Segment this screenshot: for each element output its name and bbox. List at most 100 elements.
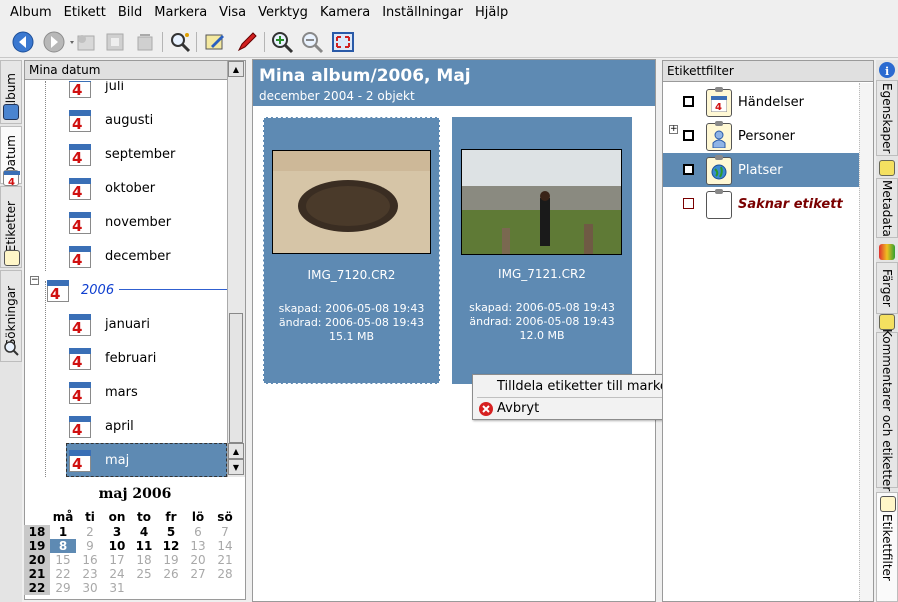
tab-metadata[interactable]: Metadata: [876, 178, 898, 238]
tag-checkbox[interactable]: [683, 130, 694, 141]
tab-egenskaper[interactable]: Egenskaper: [876, 80, 898, 156]
full-screen-icon[interactable]: [330, 29, 356, 55]
calendar-day[interactable]: 26: [158, 567, 184, 581]
search-icon[interactable]: [167, 29, 193, 55]
tree-line: [45, 81, 46, 271]
cancel-menu-item[interactable]: Avbryt: [497, 401, 539, 416]
tree-item-april[interactable]: 4 april: [67, 409, 134, 443]
add-images-icon[interactable]: [102, 29, 128, 55]
left-sidebar-tabs: Album Datum 4 Etiketter Sökningar: [0, 60, 22, 602]
menu-markera[interactable]: Markera: [148, 0, 213, 26]
calendar-day[interactable]: 19: [158, 553, 184, 567]
scroll-down-button-2[interactable]: ▼: [228, 459, 244, 475]
tree-item-oktober[interactable]: 4 oktober: [67, 171, 155, 205]
menu-visa[interactable]: Visa: [213, 0, 252, 26]
calendar-day[interactable]: 23: [77, 567, 103, 581]
menu-verktyg[interactable]: Verktyg: [252, 0, 314, 26]
calendar-day[interactable]: 9: [77, 539, 103, 553]
menu-bild[interactable]: Bild: [112, 0, 148, 26]
calendar-day[interactable]: 5: [158, 525, 184, 539]
tree-item-maj[interactable]: 4 maj: [67, 443, 129, 477]
tag-row-personer[interactable]: + Personer: [663, 119, 873, 153]
thumbnail-size: 12.0 MB: [519, 329, 565, 342]
colors-icon: [879, 244, 895, 260]
calendar-day[interactable]: 25: [131, 567, 157, 581]
collapse-toggle[interactable]: −: [30, 276, 39, 285]
calendar-day[interactable]: 28: [212, 567, 238, 581]
tree-item-februari[interactable]: 4 februari: [67, 341, 156, 375]
expand-toggle[interactable]: +: [669, 125, 678, 134]
calendar-day[interactable]: 22: [50, 567, 76, 581]
calendar-day[interactable]: 1: [50, 525, 76, 539]
back-arrow-icon[interactable]: [10, 29, 36, 55]
calendar-day-selected[interactable]: 8: [50, 539, 76, 553]
zoom-out-icon[interactable]: [299, 29, 325, 55]
menubar: Album Etikett Bild Markera Visa Verktyg …: [0, 0, 898, 26]
calendar-day[interactable]: 4: [131, 525, 157, 539]
toolbar-separator: [162, 32, 163, 52]
right-sidebar-tabs: i Egenskaper Metadata Färger Kommentarer…: [876, 60, 898, 602]
calendar-day[interactable]: 29: [50, 581, 76, 595]
tag-row-saknar-etikett[interactable]: Saknar etikett: [663, 187, 873, 221]
zoom-in-icon[interactable]: [269, 29, 295, 55]
tree-item-juli[interactable]: 4 juli: [67, 81, 124, 103]
tag-checkbox[interactable]: [683, 198, 694, 209]
tab-kommentarer-label: Kommentarer och etiketter: [880, 328, 894, 492]
tab-farger-label: Färger: [880, 269, 894, 307]
calendar-day[interactable]: 10: [104, 539, 130, 553]
calendar-day[interactable]: 16: [77, 553, 103, 567]
calendar-day[interactable]: 12: [158, 539, 184, 553]
tag-row-handelser[interactable]: 4 Händelser: [663, 85, 873, 119]
tab-farger[interactable]: Färger: [876, 262, 898, 314]
new-album-icon[interactable]: [72, 29, 98, 55]
calendar-icon: 4: [67, 107, 93, 133]
calendar-day[interactable]: 6: [185, 525, 211, 539]
menu-album[interactable]: Album: [4, 0, 58, 26]
tree-item-augusti[interactable]: 4 augusti: [67, 103, 153, 137]
menu-hjalp[interactable]: Hjälp: [469, 0, 514, 26]
pencil-icon[interactable]: [234, 29, 260, 55]
tree-item-mars[interactable]: 4 mars: [67, 375, 138, 409]
tag-label: Personer: [738, 128, 796, 144]
calendar-day[interactable]: 21: [212, 553, 238, 567]
tag-checkbox[interactable]: [683, 164, 694, 175]
tag-checkbox[interactable]: [683, 96, 694, 107]
weekday-header: on: [108, 510, 126, 524]
tree-item-september[interactable]: 4 september: [67, 137, 175, 171]
scroll-up-button[interactable]: ▲: [228, 61, 244, 77]
tree-item-november[interactable]: 4 november: [67, 205, 171, 239]
menu-installningar[interactable]: Inställningar: [376, 0, 469, 26]
delete-album-icon[interactable]: [132, 29, 158, 55]
edit-image-icon[interactable]: [202, 29, 228, 55]
calendar-day[interactable]: 2: [77, 525, 103, 539]
thumbnail-item[interactable]: IMG_7121.CR2 skapad: 2006-05-08 19:43 än…: [452, 117, 632, 384]
calendar-day[interactable]: 31: [104, 581, 130, 595]
calendar-day[interactable]: 20: [185, 553, 211, 567]
scroll-down-button[interactable]: ▲: [228, 443, 244, 459]
scroll-thumb[interactable]: [229, 313, 243, 443]
calendar-day[interactable]: 18: [131, 553, 157, 567]
tree-line: [45, 281, 46, 477]
calendar-day[interactable]: 3: [104, 525, 130, 539]
thumbnail-item[interactable]: IMG_7120.CR2 skapad: 2006-05-08 19:43 än…: [263, 117, 440, 384]
calendar-day[interactable]: 15: [50, 553, 76, 567]
tag-row-platser[interactable]: Platser: [663, 153, 859, 187]
tree-item-2006[interactable]: 4 2006: [45, 273, 114, 307]
calendar-day[interactable]: 7: [212, 525, 238, 539]
calendar-day[interactable]: 11: [131, 539, 157, 553]
tab-kommentarer-och-etiketter[interactable]: Kommentarer och etiketter: [876, 328, 898, 492]
tree-item-januari[interactable]: 4 januari: [67, 307, 150, 341]
calendar-day[interactable]: 17: [104, 553, 130, 567]
weekday-header: lö: [191, 510, 205, 524]
calendar-day[interactable]: 14: [212, 539, 238, 553]
tree-item-december[interactable]: 4 december: [67, 239, 171, 273]
date-tree-scrollbar[interactable]: ▲ ▲ ▼: [227, 61, 245, 477]
tab-etiketter-label: Etiketter: [4, 201, 18, 253]
menu-etikett[interactable]: Etikett: [58, 0, 112, 26]
weekday-header: ti: [85, 510, 95, 524]
calendar-day[interactable]: 24: [104, 567, 130, 581]
menu-kamera[interactable]: Kamera: [314, 0, 376, 26]
calendar-day[interactable]: 13: [185, 539, 211, 553]
calendar-day[interactable]: 30: [77, 581, 103, 595]
calendar-day[interactable]: 27: [185, 567, 211, 581]
